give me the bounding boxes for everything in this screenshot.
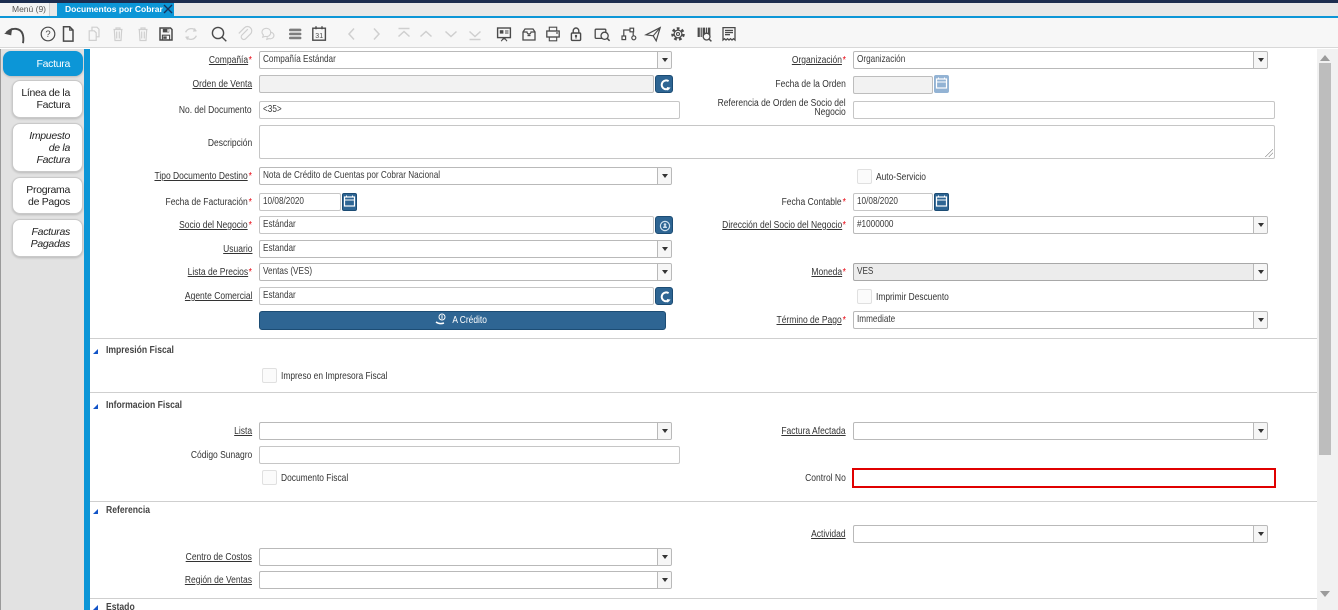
svg-text:?: ? (45, 29, 50, 40)
svg-text:31: 31 (315, 33, 323, 40)
